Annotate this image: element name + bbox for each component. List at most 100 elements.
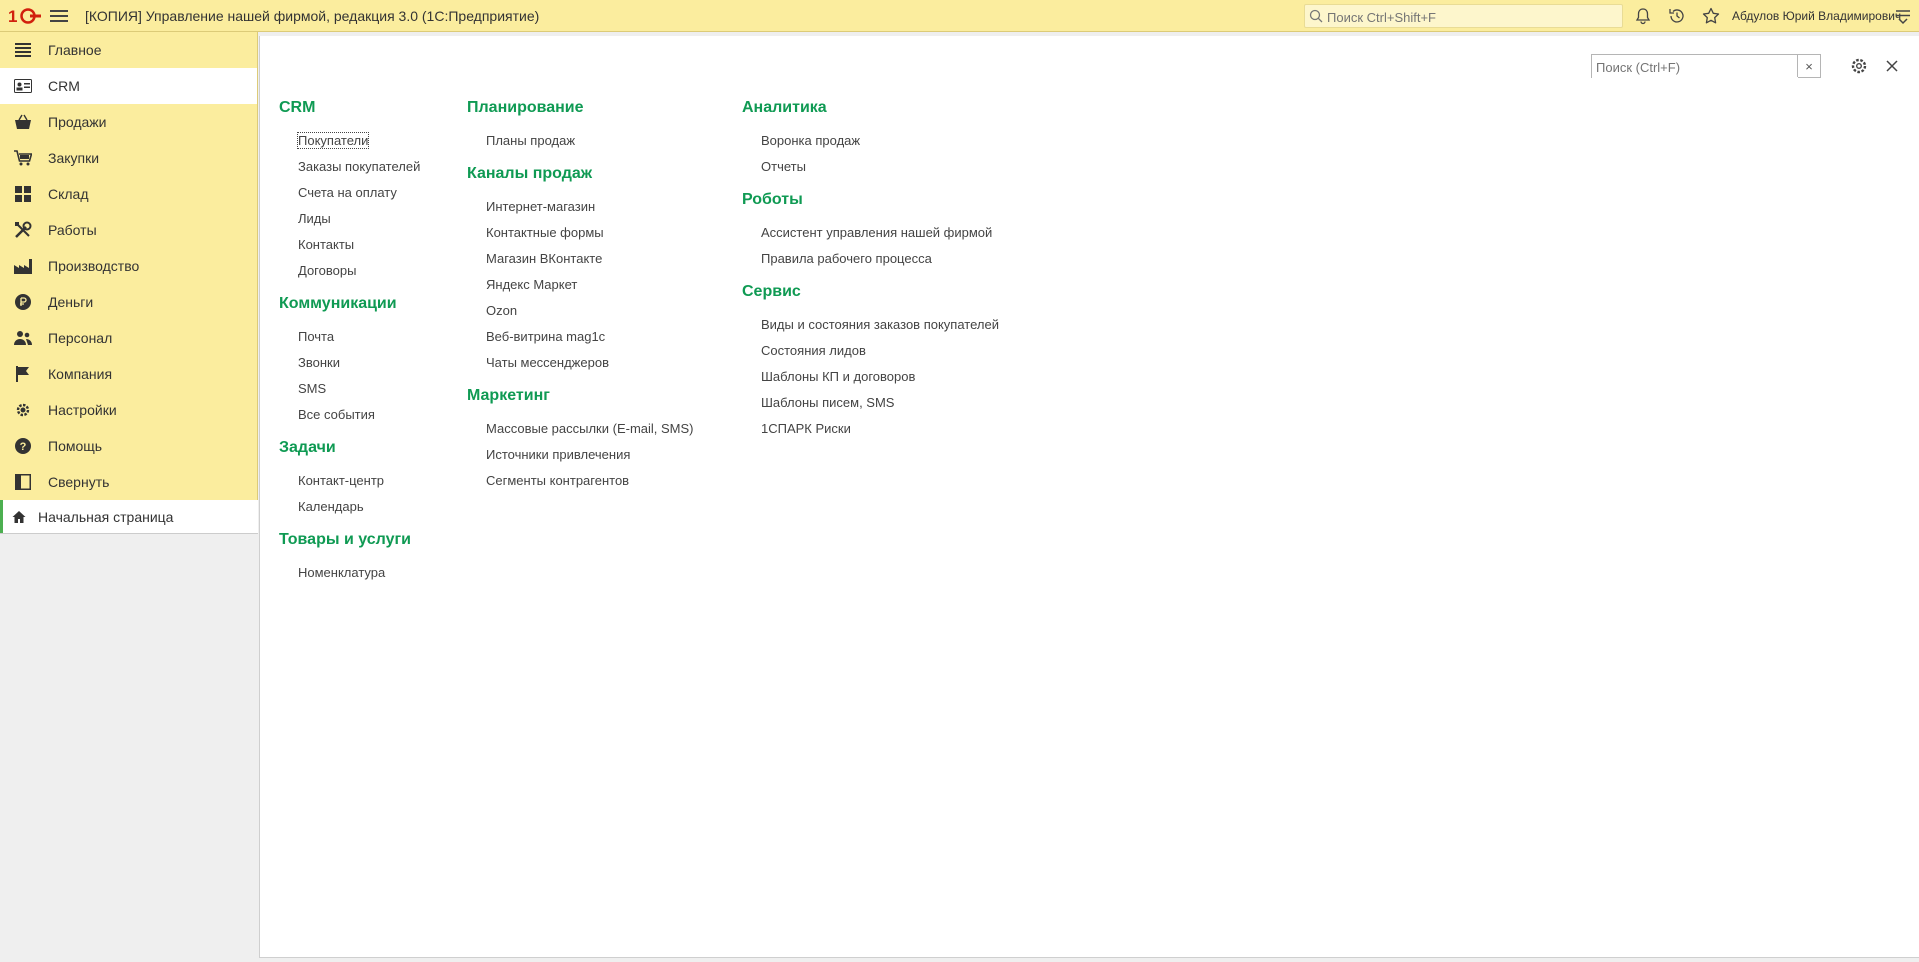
nav-link[interactable]: Календарь — [279, 494, 420, 520]
nav-link[interactable]: Правила рабочего процесса — [742, 246, 999, 272]
group-analytics: Аналитика Воронка продаж Отчеты — [742, 98, 999, 180]
sections-sidebar: Главное CRM Продажи Закупки Склад Работы — [0, 32, 258, 500]
group-title: Каналы продаж — [467, 165, 593, 182]
group-title: Коммуникации — [279, 295, 397, 312]
bell-icon[interactable] — [1633, 6, 1653, 26]
close-icon[interactable] — [1882, 56, 1902, 76]
sidebar-item-production[interactable]: Производство — [0, 248, 257, 284]
sidebar-item-personnel[interactable]: Персонал — [0, 320, 257, 356]
panel-search[interactable]: × — [1591, 54, 1821, 79]
nav-link[interactable]: Лиды — [279, 206, 420, 232]
app-title: [КОПИЯ] Управление нашей фирмой, редакци… — [85, 8, 540, 24]
sidebar-item-label: Компания — [48, 366, 113, 382]
home-page-tab[interactable]: Начальная страница — [0, 500, 258, 534]
basket-icon — [14, 113, 32, 131]
nav-link[interactable]: SMS — [279, 376, 420, 402]
nav-link[interactable]: Шаблоны писем, SMS — [742, 390, 999, 416]
nav-link[interactable]: Заказы покупателей — [279, 154, 420, 180]
sidebar-item-warehouse[interactable]: Склад — [0, 176, 257, 212]
nav-link[interactable]: Все события — [279, 402, 420, 428]
nav-link[interactable]: Ozon — [467, 298, 694, 324]
nav-link-customers[interactable]: Покупатели — [279, 128, 420, 154]
main-menu-icon[interactable] — [50, 8, 68, 24]
settings-menu-icon[interactable] — [1893, 6, 1913, 26]
help-icon: ? — [14, 437, 32, 455]
history-icon[interactable] — [1667, 6, 1687, 26]
group-crm: CRM Покупатели Заказы покупателей Счета … — [279, 98, 420, 284]
nav-link[interactable]: Ассистент управления нашей фирмой — [742, 220, 999, 246]
nav-link[interactable]: Звонки — [279, 350, 420, 376]
nav-link[interactable]: Шаблоны КП и договоров — [742, 364, 999, 390]
gear-icon — [14, 401, 32, 419]
people-icon — [14, 329, 32, 347]
sidebar-item-label: Помощь — [48, 438, 103, 454]
nav-link[interactable]: Планы продаж — [467, 128, 694, 154]
nav-link[interactable]: Договоры — [279, 258, 420, 284]
sidebar-item-help[interactable]: ? Помощь — [0, 428, 257, 464]
nav-link[interactable]: Яндекс Маркет — [467, 272, 694, 298]
sidebar-item-label: Свернуть — [48, 474, 110, 490]
group-tasks: Задачи Контакт-центр Календарь — [279, 438, 420, 520]
nav-link[interactable]: Счета на оплату — [279, 180, 420, 206]
nav-link[interactable]: Отчеты — [742, 154, 999, 180]
nav-link[interactable]: Состояния лидов — [742, 338, 999, 364]
nav-link[interactable]: Магазин ВКонтакте — [467, 246, 694, 272]
panel-search-input[interactable] — [1592, 55, 1798, 79]
nav-link[interactable]: Сегменты контрагентов — [467, 468, 694, 494]
sidebar-item-label: CRM — [48, 78, 80, 94]
ruble-icon — [14, 293, 32, 311]
1c-logo[interactable]: 1 — [8, 7, 42, 26]
nav-link[interactable]: Контакты — [279, 232, 420, 258]
svg-text:?: ? — [20, 441, 27, 453]
warehouse-grid-icon — [14, 185, 32, 203]
panel-bottom-edge — [259, 957, 1919, 962]
nav-link[interactable]: Веб-витрина mag1c — [467, 324, 694, 350]
panel-settings-icon[interactable] — [1849, 56, 1869, 76]
collapse-icon — [14, 473, 32, 491]
group-communications: Коммуникации Почта Звонки SMS Все событи… — [279, 294, 420, 428]
nav-link[interactable]: 1СПАРК Риски — [742, 416, 999, 442]
sidebar-item-purchases[interactable]: Закупки — [0, 140, 257, 176]
group-title: Сервис — [742, 283, 801, 300]
sidebar-item-main[interactable]: Главное — [0, 32, 257, 68]
global-search[interactable] — [1304, 4, 1623, 29]
sidebar-item-label: Закупки — [48, 150, 100, 166]
nav-link[interactable]: Источники привлечения — [467, 442, 694, 468]
group-marketing: Маркетинг Массовые рассылки (E-mail, SMS… — [467, 386, 694, 494]
contact-card-icon — [14, 77, 32, 95]
svg-text:1: 1 — [8, 7, 17, 25]
sidebar-item-label: Настройки — [48, 402, 117, 418]
clear-search-button[interactable]: × — [1797, 55, 1820, 77]
sidebar-item-sales[interactable]: Продажи — [0, 104, 257, 140]
cart-icon — [14, 149, 32, 167]
nav-link-label: Покупатели — [296, 132, 370, 149]
group-sales-channels: Каналы продаж Интернет-магазин Контактны… — [467, 164, 694, 376]
group-goods-services: Товары и услуги Номенклатура — [279, 530, 420, 586]
nav-link[interactable]: Контакт-центр — [279, 468, 420, 494]
sidebar-item-money[interactable]: Деньги — [0, 284, 257, 320]
group-title: Маркетинг — [467, 387, 550, 404]
factory-icon — [14, 257, 32, 275]
nav-link[interactable]: Массовые рассылки (E-mail, SMS) — [467, 416, 694, 442]
nav-link[interactable]: Интернет-магазин — [467, 194, 694, 220]
user-name[interactable]: Абдулов Юрий Владимирович — [1732, 9, 1901, 23]
sidebar-item-company[interactable]: Компания — [0, 356, 257, 392]
nav-link[interactable]: Чаты мессенджеров — [467, 350, 694, 376]
nav-link[interactable]: Номенклатура — [279, 560, 420, 586]
nav-column-3: Аналитика Воронка продаж Отчеты Роботы А… — [742, 98, 999, 452]
group-planning: Планирование Планы продаж — [467, 98, 694, 154]
sidebar-item-settings[interactable]: Настройки — [0, 392, 257, 428]
nav-link[interactable]: Виды и состояния заказов покупателей — [742, 312, 999, 338]
sidebar-item-crm[interactable]: CRM — [0, 68, 257, 104]
nav-link[interactable]: Воронка продаж — [742, 128, 999, 154]
sidebar-item-works[interactable]: Работы — [0, 212, 257, 248]
nav-link[interactable]: Контактные формы — [467, 220, 694, 246]
nav-link[interactable]: Почта — [279, 324, 420, 350]
menu-lines-icon — [14, 41, 32, 59]
global-search-input[interactable] — [1305, 5, 1619, 29]
sidebar-item-collapse[interactable]: Свернуть — [0, 464, 257, 500]
group-robots: Роботы Ассистент управления нашей фирмой… — [742, 190, 999, 272]
home-tab-label: Начальная страница — [38, 508, 174, 525]
star-icon[interactable] — [1701, 6, 1721, 26]
sidebar-item-label: Деньги — [48, 294, 94, 310]
